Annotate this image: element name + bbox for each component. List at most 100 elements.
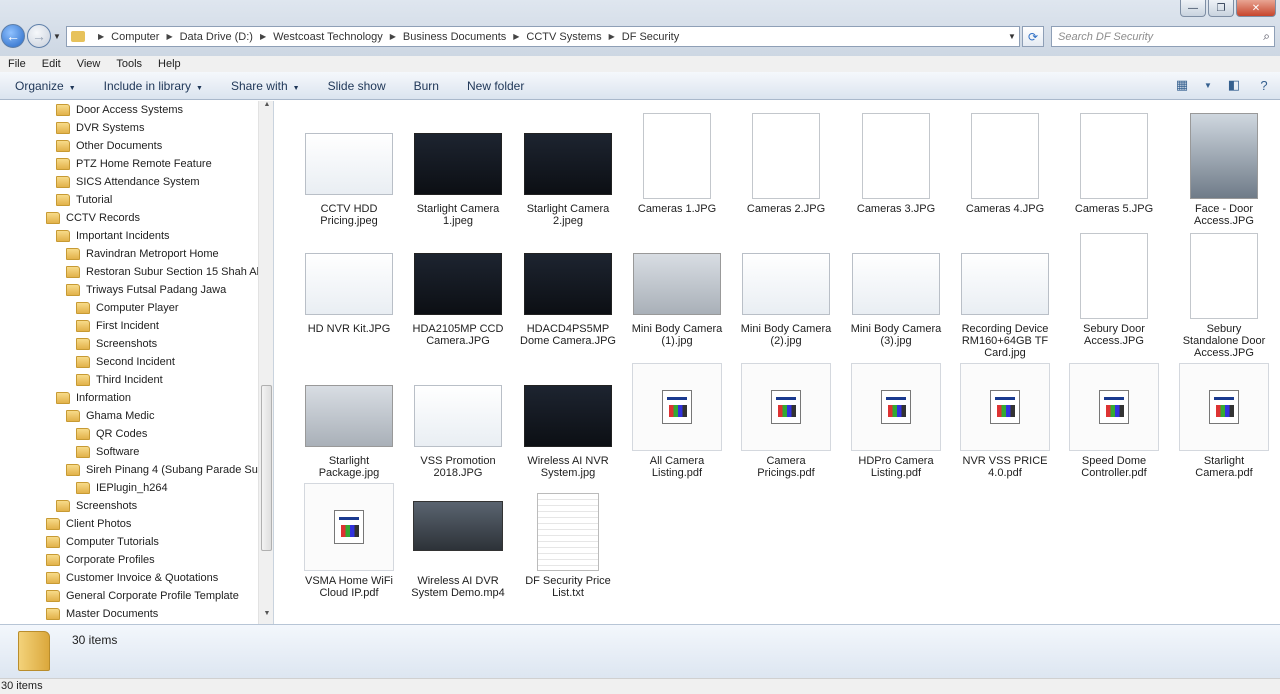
file-name-line: Mini Body Camera [631, 323, 723, 335]
tree-item[interactable]: Other Documents [56, 137, 162, 155]
file-name-line: Listing.pdf [651, 467, 703, 479]
refresh-button[interactable]: ⟳ [1022, 26, 1044, 47]
menu-item-view[interactable]: View [77, 58, 101, 70]
recent-pages-dropdown-icon[interactable]: ▼ [53, 32, 61, 41]
tree-item[interactable]: Ghama Medic [66, 407, 154, 425]
tree-item[interactable]: Computer Player [76, 299, 179, 317]
tree-item[interactable]: Triways Futsal Padang Jawa [66, 281, 226, 299]
tree-item[interactable]: Screenshots [76, 335, 157, 353]
folder-icon [76, 482, 90, 494]
tree-item[interactable]: Sireh Pinang 4 (Subang Parade Supp [66, 461, 270, 479]
tree-item[interactable]: Software [76, 443, 139, 461]
menu-item-edit[interactable]: Edit [42, 58, 61, 70]
share-with-button[interactable]: Share with ▼ [231, 79, 300, 93]
tree-item-label: Tutorial [76, 194, 113, 206]
pdf-icon [1099, 390, 1129, 424]
tree-item[interactable]: Customer Invoice & Quotations [46, 569, 218, 587]
tree-item[interactable]: Tutorial [56, 191, 112, 209]
menu-bar: File Edit View Tools Help [0, 56, 1280, 72]
menu-item-tools[interactable]: Tools [116, 58, 142, 70]
breadcrumb-item[interactable]: DF Security [622, 31, 679, 43]
tree-item[interactable]: General Corporate Profile Template [46, 587, 239, 605]
tree-item[interactable]: QR Codes [76, 425, 147, 443]
chevron-right-icon[interactable]: ▶ [98, 32, 104, 41]
include-in-library-button[interactable]: Include in library ▼ [104, 79, 203, 93]
breadcrumb-item[interactable]: Data Drive (D:) [180, 31, 253, 43]
file-name-line: Controller.pdf [1081, 467, 1147, 479]
breadcrumb-item[interactable]: CCTV Systems [526, 31, 601, 43]
file-name: Wireless AI NVR System.jpg [510, 455, 626, 479]
tree-item[interactable]: SICS Attendance System [56, 173, 200, 191]
file-name-line: NVR VSS PRICE [962, 455, 1048, 467]
file-name-line: Starlight [1203, 455, 1245, 467]
help-icon[interactable]: ? [1256, 77, 1272, 93]
tree-item[interactable]: Screenshots [56, 497, 137, 515]
address-dropdown-icon[interactable]: ▼ [1005, 32, 1019, 41]
file-name-line: (1).jpg [661, 335, 693, 347]
search-input[interactable]: Search DF Security ⌕ [1051, 26, 1275, 47]
tree-item[interactable]: Corporate Profiles [46, 551, 155, 569]
change-view-icon[interactable]: ▦ [1174, 77, 1190, 93]
back-button[interactable]: ← [1, 24, 25, 48]
tree-item[interactable]: Restoran Subur Section 15 Shah Ala [66, 263, 265, 281]
breadcrumb-item[interactable]: Business Documents [403, 31, 506, 43]
preview-pane-icon[interactable]: ◧ [1226, 77, 1242, 93]
scroll-up-icon[interactable]: ▲ [259, 101, 273, 115]
tree-item[interactable]: Second Incident [76, 353, 175, 371]
tree-item-label: Ghama Medic [86, 410, 155, 422]
chevron-right-icon[interactable]: ▶ [166, 32, 172, 41]
organize-button[interactable]: Organize ▼ [15, 79, 76, 93]
breadcrumb-item[interactable]: Westcoast Technology [273, 31, 383, 43]
tree-item[interactable]: Information [56, 389, 131, 407]
status-item-count: 30 items [1, 680, 43, 692]
search-icon[interactable]: ⌕ [1263, 29, 1270, 44]
pdf-icon [771, 390, 801, 424]
new-folder-button[interactable]: New folder [467, 79, 524, 93]
file-name: Camera Pricings.pdf [728, 455, 844, 479]
chevron-right-icon[interactable]: ▶ [260, 32, 266, 41]
folder-icon [76, 320, 90, 332]
chevron-right-icon[interactable]: ▶ [513, 32, 519, 41]
image-thumbnail [305, 133, 393, 195]
chevron-right-icon[interactable]: ▶ [609, 32, 615, 41]
folder-icon [66, 284, 80, 296]
scrollbar-thumb[interactable] [261, 385, 272, 551]
tree-item[interactable]: PTZ Home Remote Feature [56, 155, 212, 173]
close-button[interactable]: ✕ [1236, 0, 1276, 17]
file-name: Starlight Camera 2.jpeg [510, 203, 626, 227]
menu-item-file[interactable]: File [8, 58, 26, 70]
tree-item[interactable]: Third Incident [76, 371, 163, 389]
burn-button[interactable]: Burn [414, 79, 439, 93]
pdf-icon [662, 390, 692, 424]
tree-item[interactable]: Computer Tutorials [46, 533, 159, 551]
file-name: Starlight Package.jpg [291, 455, 407, 479]
folder-icon [46, 572, 60, 584]
file-name: Cameras 4.JPG [947, 203, 1063, 215]
forward-button[interactable]: → [27, 24, 51, 48]
address-bar[interactable]: ▶ Computer ▶ Data Drive (D:) ▶ Westcoast Tec… [66, 26, 1020, 47]
minimize-button[interactable]: — [1180, 0, 1206, 17]
tree-item[interactable]: Door Access Systems [56, 101, 183, 119]
file-name-line: Package.jpg [318, 467, 380, 479]
menu-item-help[interactable]: Help [158, 58, 181, 70]
tree-item[interactable]: CCTV Records [46, 209, 140, 227]
slide-show-button[interactable]: Slide show [328, 79, 386, 93]
file-name-line: Listing.pdf [870, 467, 922, 479]
scroll-down-icon[interactable]: ▼ [259, 610, 273, 624]
tree-item[interactable]: Important Incidents [56, 227, 170, 245]
image-thumbnail [971, 113, 1039, 199]
view-options-dropdown-icon[interactable]: ▼ [1204, 77, 1212, 93]
maximize-button[interactable]: ❐ [1208, 0, 1234, 17]
tree-item-label: Second Incident [96, 356, 175, 368]
tree-item[interactable]: Master Documents [46, 605, 158, 623]
tree-item[interactable]: DVR Systems [56, 119, 144, 137]
tree-item[interactable]: Ravindran Metroport Home [66, 245, 219, 263]
breadcrumb-item[interactable]: Computer [111, 31, 159, 43]
tree-item[interactable]: Client Photos [46, 515, 131, 533]
tree-item[interactable]: IEPlugin_h264 [76, 479, 168, 497]
tree-item-label: Screenshots [76, 500, 138, 512]
file-thumbnail [842, 109, 950, 199]
chevron-right-icon[interactable]: ▶ [390, 32, 396, 41]
tree-item[interactable]: First Incident [76, 317, 159, 335]
navigation-scrollbar[interactable]: ▲ ▼ [258, 101, 273, 624]
